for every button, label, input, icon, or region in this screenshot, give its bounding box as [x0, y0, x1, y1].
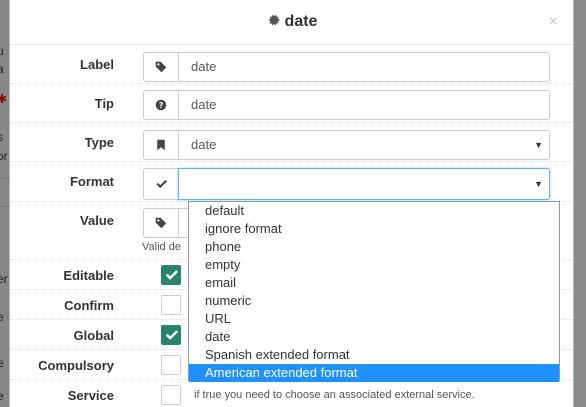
format-row: Format ▼	[10, 162, 573, 202]
tip-row: Tip ? date	[10, 84, 573, 123]
format-option[interactable]: ignore format	[189, 220, 559, 238]
format-select[interactable]: ▼	[178, 168, 550, 200]
type-row: Type date ▼	[10, 123, 573, 162]
type-select[interactable]: date ▼	[178, 130, 550, 160]
compulsory-field-label: Compulsory	[38, 358, 114, 373]
backdrop-text: a	[0, 62, 4, 76]
service-help-text: if true you need to choose an associated…	[194, 389, 475, 401]
format-option[interactable]: numeric	[189, 292, 559, 310]
global-checkbox[interactable]	[161, 325, 181, 345]
format-option[interactable]: default	[189, 202, 559, 220]
tip-field-label: Tip	[94, 96, 114, 111]
service-field-label: Service	[67, 388, 114, 403]
format-option[interactable]: Spanish extended format	[189, 346, 559, 364]
backdrop-text: er	[0, 272, 8, 286]
caret-down-icon: ▼	[534, 140, 543, 150]
format-option[interactable]: URL	[189, 310, 559, 328]
confirm-checkbox[interactable]	[161, 295, 181, 315]
bookmark-icon	[143, 130, 178, 160]
caret-down-icon: ▼	[534, 179, 543, 189]
question-circle-icon: ?	[143, 90, 178, 120]
format-option[interactable]: phone	[189, 238, 559, 256]
confirm-field-label: Confirm	[64, 298, 114, 313]
tip-input[interactable]: date	[178, 90, 550, 120]
field-settings-modal: date × Label date Tip ? date Type date ▼…	[9, 0, 574, 407]
check-icon	[143, 168, 178, 200]
backdrop-text: s	[0, 130, 3, 144]
format-field-label: Format	[69, 174, 114, 189]
format-dropdown-list: default ignore format phone empty email …	[188, 201, 560, 382]
backdrop-text: e	[0, 356, 4, 370]
modal-title: date	[266, 13, 318, 32]
type-select-value: date	[191, 137, 217, 152]
modal-title-text: date	[284, 13, 318, 30]
tag-icon	[143, 52, 178, 82]
backdrop-text: e	[0, 310, 4, 324]
close-button[interactable]: ×	[549, 14, 558, 30]
global-field-label: Global	[73, 328, 114, 343]
service-checkbox[interactable]	[161, 385, 181, 405]
tag-icon	[143, 208, 178, 238]
compulsory-checkbox[interactable]	[161, 355, 181, 375]
editable-field-label: Editable	[63, 268, 114, 283]
label-field-label: Label	[80, 57, 114, 72]
gear-icon	[266, 13, 280, 32]
type-field-label: Type	[84, 135, 114, 150]
label-row: Label date	[10, 45, 573, 84]
service-row: Service if true you need to choose an as…	[10, 380, 573, 407]
backdrop-gear-icon: ✱	[0, 92, 8, 106]
label-input[interactable]: date	[178, 52, 550, 82]
value-field-label: Value	[80, 213, 114, 228]
svg-text:?: ?	[159, 101, 163, 110]
backdrop-text: u	[0, 44, 4, 58]
backdrop-text: e	[0, 389, 4, 403]
format-option[interactable]: date	[189, 328, 559, 346]
format-option[interactable]: empty	[189, 256, 559, 274]
format-option-selected[interactable]: American extended format	[189, 364, 559, 382]
format-option[interactable]: email	[189, 274, 559, 292]
modal-header: date ×	[10, 0, 573, 45]
backdrop-text: or	[0, 149, 8, 163]
value-help-text: Valid de	[142, 241, 181, 253]
editable-checkbox[interactable]	[161, 265, 181, 285]
